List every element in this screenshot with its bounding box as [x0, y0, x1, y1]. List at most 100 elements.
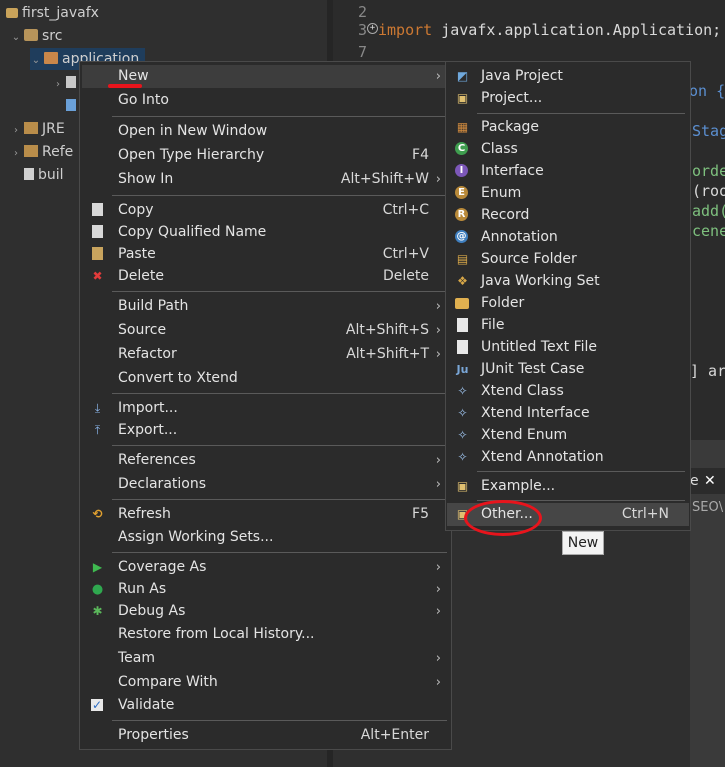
menu-item-coverage-as[interactable]: ▶ Coverage As ›	[82, 556, 449, 579]
junit-icon: Ju	[456, 363, 469, 376]
paste-icon	[92, 247, 103, 260]
menu-item-run-as[interactable]: ● Run As ›	[82, 578, 449, 601]
package-icon	[44, 52, 58, 64]
submenu-item-record[interactable]: R Record	[447, 204, 689, 227]
menu-item-declarations[interactable]: Declarations ›	[82, 473, 449, 496]
submenu-item-interface[interactable]: I Interface	[447, 160, 689, 183]
red-underline-annotation	[108, 84, 142, 88]
menu-item-debug-as[interactable]: ✱ Debug As ›	[82, 600, 449, 623]
submenu-item-enum[interactable]: E Enum	[447, 182, 689, 205]
collapse-arrow-icon[interactable]: ›	[10, 120, 22, 142]
submenu-item-file[interactable]: File	[447, 314, 689, 337]
submenu-item-junit-test-case[interactable]: Ju JUnit Test Case	[447, 358, 689, 381]
collapse-arrow-icon[interactable]: ›	[52, 74, 64, 96]
submenu-arrow-icon: ›	[435, 453, 441, 468]
code-fragment: on {	[689, 82, 725, 100]
line-number: 7	[357, 43, 367, 61]
submenu-arrow-icon: ›	[435, 347, 441, 362]
menu-item-build-path[interactable]: Build Path ›	[82, 295, 449, 318]
submenu-item-source-folder[interactable]: ▤ Source Folder	[447, 248, 689, 271]
source-folder-icon	[24, 29, 38, 41]
menu-item-convert-to-xtend[interactable]: Convert to Xtend	[82, 367, 449, 390]
submenu-item-java-working-set[interactable]: ❖ Java Working Set	[447, 270, 689, 293]
tooltip: New	[562, 531, 604, 555]
expand-arrow-icon[interactable]: ⌄	[30, 50, 42, 72]
fold-plus-icon[interactable]: +	[367, 23, 378, 34]
close-icon[interactable]: ✕	[704, 468, 716, 494]
tree-item-jre[interactable]: › JRE	[10, 118, 65, 140]
submenu-item-example[interactable]: ▣ Example...	[447, 475, 689, 498]
tree-item-child-1[interactable]: ›	[52, 72, 80, 94]
menu-item-paste[interactable]: Paste Ctrl+V	[82, 243, 449, 266]
file-icon	[24, 168, 34, 180]
refresh-icon: ⟲	[92, 507, 103, 521]
console-tab[interactable]: e ✕	[690, 468, 725, 494]
submenu-item-xtend-annotation[interactable]: ✧ Xtend Annotation	[447, 446, 689, 469]
menu-item-references[interactable]: References ›	[82, 449, 449, 472]
menu-item-delete[interactable]: ✖ Delete Delete	[82, 265, 449, 288]
tree-item-references[interactable]: › Refe	[10, 141, 73, 163]
xtend-icon: ✧	[457, 406, 468, 420]
file-icon	[457, 318, 468, 332]
submenu-item-class[interactable]: C Class	[447, 138, 689, 161]
menu-item-open-new-window[interactable]: Open in New Window	[82, 120, 449, 143]
menu-item-export[interactable]: ⤒ Export...	[82, 419, 449, 442]
menu-item-team[interactable]: Team ›	[82, 647, 449, 670]
menu-separator	[112, 720, 447, 721]
submenu-arrow-icon: ›	[435, 604, 441, 619]
menu-item-assign-working-sets[interactable]: Assign Working Sets...	[82, 526, 449, 549]
red-circle-annotation	[464, 500, 542, 536]
submenu-item-xtend-interface[interactable]: ✧ Xtend Interface	[447, 402, 689, 425]
menu-item-import[interactable]: ⤓ Import...	[82, 397, 449, 420]
menu-item-go-into[interactable]: Go Into	[82, 89, 449, 112]
submenu-arrow-icon: ›	[435, 675, 441, 690]
submenu-item-folder[interactable]: Folder	[447, 292, 689, 315]
submenu-item-package[interactable]: ▦ Package	[447, 116, 689, 139]
coverage-icon: ▶	[92, 560, 103, 574]
submenu-item-untitled-text-file[interactable]: Untitled Text File	[447, 336, 689, 359]
annotation-icon: @	[455, 230, 468, 243]
example-icon: ▣	[456, 479, 469, 493]
submenu-item-annotation[interactable]: @ Annotation	[447, 226, 689, 249]
java-project-icon: ◩	[456, 69, 469, 83]
menu-separator	[112, 195, 447, 196]
submenu-item-java-project[interactable]: ◩ Java Project	[447, 65, 689, 88]
package-icon: ▦	[456, 120, 469, 134]
library-icon	[24, 122, 38, 134]
menu-item-open-type-hierarchy[interactable]: Open Type Hierarchy F4	[82, 144, 449, 167]
menu-item-refactor[interactable]: Refactor Alt+Shift+T ›	[82, 343, 449, 366]
menu-item-show-in[interactable]: Show In Alt+Shift+W ›	[82, 168, 449, 191]
tree-item-src[interactable]: ⌄ src	[10, 25, 63, 49]
project-icon: ▣	[456, 91, 469, 105]
export-icon: ⤒	[94, 423, 101, 437]
menu-item-source[interactable]: Source Alt+Shift+S ›	[82, 319, 449, 342]
submenu-item-project[interactable]: ▣ Project...	[447, 87, 689, 110]
xtend-icon: ✧	[457, 428, 468, 442]
import-line: import javafx.application.Application;	[378, 21, 722, 39]
tree-item-project[interactable]: first_javafx	[4, 2, 99, 24]
menu-item-restore-local-history[interactable]: Restore from Local History...	[82, 623, 449, 646]
code-fragment: cene	[692, 222, 725, 240]
submenu-item-xtend-enum[interactable]: ✧ Xtend Enum	[447, 424, 689, 447]
menu-item-compare-with[interactable]: Compare With ›	[82, 671, 449, 694]
new-submenu: ◩ Java Project ▣ Project... ▦ Package C Clas…	[445, 61, 691, 536]
menu-item-copy-qualified-name[interactable]: Copy Qualified Name	[82, 221, 449, 244]
expand-arrow-icon[interactable]: ⌄	[10, 27, 22, 49]
tree-item-build[interactable]: buil	[10, 164, 64, 186]
submenu-item-xtend-class[interactable]: ✧ Xtend Class	[447, 380, 689, 403]
java-project-icon	[6, 8, 18, 18]
menu-item-properties[interactable]: Properties Alt+Enter	[82, 724, 449, 747]
menu-item-refresh[interactable]: ⟲ Refresh F5	[82, 503, 449, 526]
run-icon: ●	[91, 582, 104, 597]
working-set-icon: ❖	[457, 274, 468, 288]
folder-icon	[455, 298, 469, 309]
submenu-arrow-icon: ›	[435, 651, 441, 666]
menu-separator	[112, 445, 447, 446]
menu-item-copy[interactable]: Copy Ctrl+C	[82, 199, 449, 222]
checkbox-icon: ✓	[91, 698, 103, 712]
menu-item-validate[interactable]: ✓ Validate	[82, 694, 449, 717]
collapse-arrow-icon[interactable]: ›	[10, 143, 22, 165]
record-icon: R	[455, 208, 468, 221]
tree-item-child-2[interactable]	[52, 95, 80, 117]
copy-icon	[92, 225, 103, 238]
